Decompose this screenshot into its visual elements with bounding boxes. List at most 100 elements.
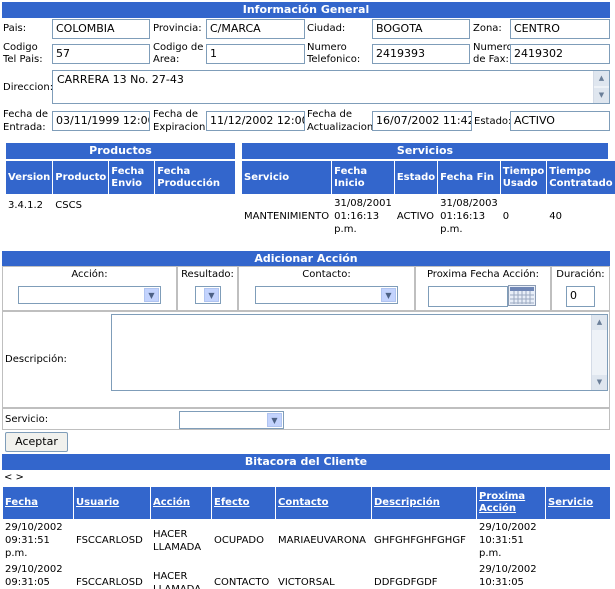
productos-col-fecha-envio: Fecha Envio (109, 161, 155, 194)
bitacora-col-efecto[interactable]: Efecto (212, 487, 275, 519)
bitacora-col-descripcion[interactable]: Descripción (372, 487, 476, 519)
productos-cell (109, 195, 155, 215)
bitacora-cell: DDFGDFGDF (372, 562, 476, 589)
scroll-down-icon[interactable]: ▼ (594, 88, 609, 103)
numero-tel-label: Numero (307, 42, 347, 53)
contacto-select[interactable]: ▼ (255, 286, 398, 304)
chevron-down-icon[interactable]: ▼ (204, 288, 219, 302)
numero-fax-label: Numero (473, 42, 513, 53)
codigo-tel-pais-field[interactable]: 57 (52, 44, 150, 64)
bitacora-cell: FSCCARLOSD (74, 520, 150, 561)
codigo-tel-pais-label: Codigo (3, 42, 38, 53)
calendar-grid-icon (510, 287, 534, 304)
servicios-col-servicio: Servicio (242, 161, 332, 194)
codigo-area-label-2: Area: (153, 54, 180, 65)
direccion-scrollbar[interactable]: ▲ ▼ (593, 71, 609, 103)
sort-proxima-accion-link[interactable]: Proxima Acción (479, 491, 525, 514)
bitacora-cell (546, 562, 610, 589)
productos-col-producto: Producto (53, 161, 109, 194)
bitacora-col-servicio[interactable]: Servicio (546, 487, 610, 519)
bitacora-cell: 29/10/2002 10:31:51 p.m. (477, 520, 545, 561)
resultado-label: Resultado: (181, 269, 234, 280)
bitacora-cell: GHFGHFGHFGHGF (372, 520, 476, 561)
bitacora-cell: 29/10/2002 09:31:51 p.m. (3, 520, 73, 561)
servicios-col-estado: Estado (394, 161, 438, 194)
productos-cell: CSCS (53, 195, 109, 215)
chevron-down-icon[interactable]: ▼ (144, 288, 159, 302)
bitacora-col-fecha[interactable]: Fecha (3, 487, 73, 519)
resultado-select[interactable]: ▼ (195, 286, 221, 304)
numero-fax-label-2: de Fax: (473, 54, 509, 65)
fecha-expiracion-field[interactable]: 11/12/2002 12:00:00 (206, 111, 305, 131)
sort-accion-link[interactable]: Acción (153, 497, 190, 508)
sort-contacto-link[interactable]: Contacto (278, 497, 328, 508)
fecha-entrada-label: Fecha de (3, 109, 48, 120)
numero-tel-field[interactable]: 2419393 (372, 44, 470, 64)
scroll-up-icon[interactable]: ▲ (592, 315, 607, 330)
duracion-input[interactable]: 0 (566, 286, 595, 307)
direccion-value: CARRERA 13 No. 27-43 (57, 73, 184, 86)
descripcion-label: Descripción: (5, 354, 67, 365)
pais-field[interactable]: COLOMBIA (52, 19, 150, 39)
scroll-up-icon[interactable]: ▲ (594, 71, 609, 86)
codigo-tel-pais-label-2: Tel Pais: (3, 54, 43, 65)
table-row[interactable]: 29/10/2002 09:31:05 p.m. FSCCARLOSD HACE… (3, 562, 610, 589)
bitacora-cell: MARIAEUVARONA (276, 520, 371, 561)
accion-label: Acción: (71, 269, 108, 280)
ciudad-field[interactable]: BOGOTA (372, 19, 470, 39)
bitacora-pager[interactable]: < > (4, 472, 24, 484)
pais-label: Pais: (3, 23, 27, 34)
chevron-down-icon[interactable]: ▼ (381, 288, 396, 302)
bitacora-col-usuario[interactable]: Usuario (74, 487, 150, 519)
bitacora-cell: 29/10/2002 10:31:05 p.m. (477, 562, 545, 589)
bitacora-col-accion[interactable]: Acción (151, 487, 211, 519)
productos-header: Productos (6, 143, 235, 159)
descripcion-textarea[interactable]: ▲ ▼ (111, 314, 608, 391)
duracion-label: Duración: (556, 269, 605, 280)
fecha-entrada-field[interactable]: 03/11/1999 12:00:00 (52, 111, 150, 131)
accion-select[interactable]: ▼ (18, 286, 161, 304)
aceptar-button[interactable]: Aceptar (5, 432, 68, 452)
fecha-actualizacion-field[interactable]: 16/07/2002 11:42:19 (372, 111, 472, 131)
provincia-field[interactable]: C/MARCA (206, 19, 305, 39)
table-row[interactable]: MANTENIMIENTO 31/08/2001 01:16:13 p.m. A… (242, 195, 615, 237)
codigo-area-field[interactable]: 1 (206, 44, 305, 64)
direccion-textarea[interactable]: CARRERA 13 No. 27-43 ▲ ▼ (52, 70, 610, 104)
sort-usuario-link[interactable]: Usuario (76, 497, 119, 508)
scroll-down-icon[interactable]: ▼ (592, 375, 607, 390)
provincia-label: Provincia: (153, 23, 202, 34)
estado-field[interactable]: ACTIVO (510, 111, 610, 131)
bitacora-cell: 29/10/2002 09:31:05 p.m. (3, 562, 73, 589)
bitacora-cell: HACER LLAMADA (151, 562, 211, 589)
accion-header: Adicionar Acción (2, 251, 610, 267)
sort-servicio-link[interactable]: Servicio (548, 497, 593, 508)
zona-field[interactable]: CENTRO (510, 19, 610, 39)
proxima-fecha-input[interactable] (428, 286, 508, 307)
bitacora-cell (546, 520, 610, 561)
sort-descripcion-link[interactable]: Descripción (374, 497, 440, 508)
chevron-down-icon[interactable]: ▼ (267, 413, 282, 427)
direccion-label: Direccion: (3, 82, 54, 93)
bitacora-cell: HACER LLAMADA (151, 520, 211, 561)
productos-col-fecha-produccion: Fecha Producción (155, 161, 235, 194)
ciudad-label: Ciudad: (307, 23, 346, 34)
sort-fecha-link[interactable]: Fecha (5, 497, 38, 508)
sort-efecto-link[interactable]: Efecto (214, 497, 250, 508)
bitacora-col-proxima-accion[interactable]: Proxima Acción (477, 487, 545, 519)
bitacora-cell: OCUPADO (212, 520, 275, 561)
fecha-expiracion-label: Fecha de (153, 109, 198, 120)
bitacora-table: Fecha Usuario Acción Efecto Contacto Des… (2, 486, 611, 589)
calendar-icon[interactable] (508, 285, 536, 306)
table-row[interactable]: 29/10/2002 09:31:51 p.m. FSCCARLOSD HACE… (3, 520, 610, 561)
proxima-label: Proxima Fecha Acción: (426, 269, 540, 280)
servicio-select[interactable]: ▼ (179, 411, 284, 429)
numero-fax-field[interactable]: 2419302 (510, 44, 610, 64)
bitacora-cell: CONTACTO (212, 562, 275, 589)
bitacora-col-contacto[interactable]: Contacto (276, 487, 371, 519)
table-row[interactable]: 3.4.1.2 CSCS (6, 195, 235, 215)
fecha-actualizacion-label-2: Actualizacion: (307, 122, 377, 133)
servicios-col-tiempo-contratado: Tiempo Contratado (547, 161, 615, 194)
estado-label: Estado: (474, 116, 512, 127)
descripcion-scrollbar[interactable]: ▲ ▼ (591, 315, 607, 390)
productos-table: Version Producto Fecha Envio Fecha Produ… (5, 160, 236, 216)
